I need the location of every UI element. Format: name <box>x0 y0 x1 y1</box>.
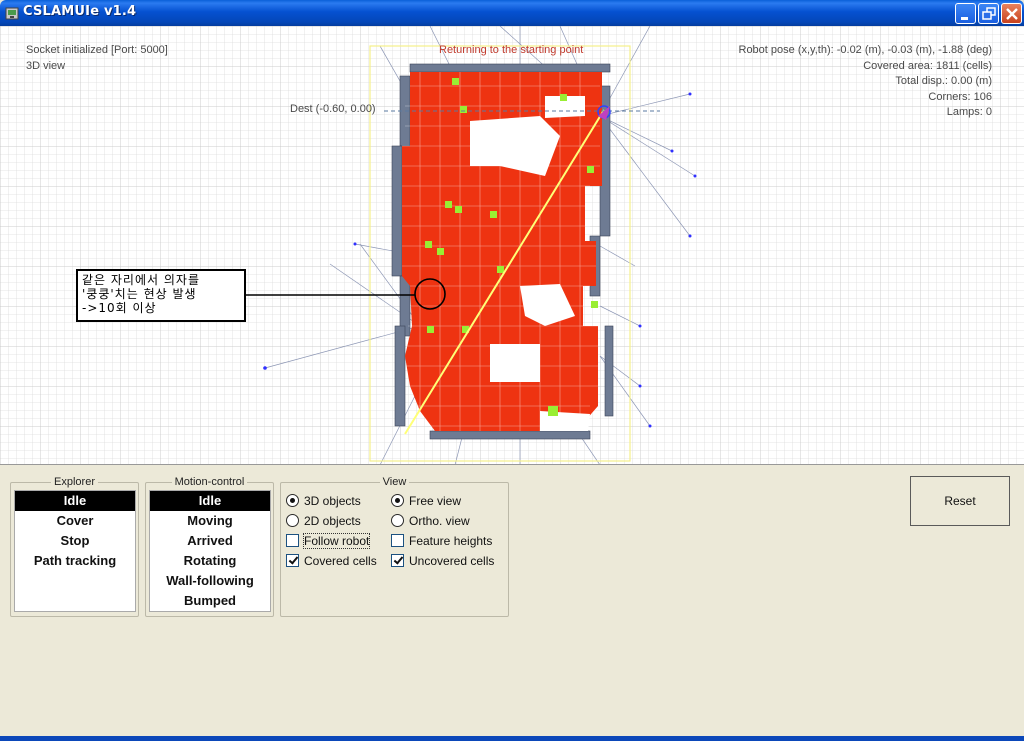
robot-pose: Robot pose (x,y,th): -0.02 (m), -0.03 (m… <box>738 44 993 56</box>
restore-button[interactable] <box>978 3 999 24</box>
view-legend: View <box>382 476 407 488</box>
motion-item-arrived[interactable]: Arrived <box>150 531 270 551</box>
checkbox-uncovered-cells-label: Uncovered cells <box>409 554 495 568</box>
radio-2d-objects-label: 2D objects <box>304 514 361 528</box>
reset-button[interactable]: Reset <box>910 476 1010 526</box>
radio-indicator[interactable] <box>391 494 404 507</box>
checkbox-feature-heights[interactable]: Feature heights <box>391 533 492 549</box>
robot-task-status: Returning to the starting point <box>439 44 584 56</box>
radio-indicator[interactable] <box>391 514 404 527</box>
dest-label: Dest (-0.60, 0.00) <box>290 103 376 115</box>
radio-3d-objects[interactable]: 3D objects <box>286 493 361 509</box>
explorer-item-path-tracking[interactable]: Path tracking <box>15 551 135 571</box>
checkbox-feature-heights-label: Feature heights <box>409 534 493 548</box>
slam-map <box>0 26 1024 464</box>
annotation-box: 같은 자리에서 의자를 '쿵쿵'치는 현상 발생 ->10회 이상 <box>76 269 246 322</box>
minimize-button[interactable] <box>955 3 976 24</box>
socket-status: Socket initialized [Port: 5000] <box>26 44 168 56</box>
explorer-item-cover[interactable]: Cover <box>15 511 135 531</box>
explorer-list[interactable]: Idle Cover Stop Path tracking <box>14 490 136 612</box>
motion-item-rotating[interactable]: Rotating <box>150 551 270 571</box>
explorer-item-stop[interactable]: Stop <box>15 531 135 551</box>
radio-3d-objects-label: 3D objects <box>304 494 361 508</box>
radio-ortho-view[interactable]: Ortho. view <box>391 513 470 529</box>
corners-count: Corners: 106 <box>928 91 992 103</box>
window-title: CSLAMUIe v1.4 <box>23 4 137 19</box>
checkbox-indicator[interactable] <box>286 554 299 567</box>
motion-control-list[interactable]: Idle Moving Arrived Rotating Wall-follow… <box>149 490 271 612</box>
restore-icon <box>982 7 996 20</box>
annotation-line: ->10회 이상 <box>82 301 157 315</box>
app-icon <box>5 7 19 20</box>
total-displacement: Total disp.: 0.00 (m) <box>895 75 992 87</box>
checkbox-covered-cells-label: Covered cells <box>304 554 377 568</box>
covered-area: Covered area: 1811 (cells) <box>863 60 992 72</box>
radio-free-view-label: Free view <box>409 494 462 508</box>
title-bar[interactable]: CSLAMUIe v1.4 <box>0 0 1024 26</box>
annotation-line: 같은 자리에서 의자를 <box>82 273 200 287</box>
checkbox-indicator[interactable] <box>391 554 404 567</box>
annotation-line: '쿵쿵'치는 현상 발생 <box>82 287 197 301</box>
close-icon <box>1006 8 1018 20</box>
radio-indicator[interactable] <box>286 514 299 527</box>
checkbox-follow-robot[interactable]: Follow robot <box>286 533 371 549</box>
motion-item-bumped[interactable]: Bumped <box>150 591 270 611</box>
checkbox-follow-robot-label: Follow robot <box>302 533 371 549</box>
explorer-legend: Explorer <box>54 476 95 488</box>
checkbox-uncovered-cells[interactable]: Uncovered cells <box>391 553 494 569</box>
checkbox-covered-cells[interactable]: Covered cells <box>286 553 377 569</box>
minimize-icon <box>961 17 968 20</box>
window-bottom-border <box>0 736 1024 741</box>
motion-item-moving[interactable]: Moving <box>150 511 270 531</box>
view-mode-status: 3D view <box>26 60 66 72</box>
radio-free-view[interactable]: Free view <box>391 493 461 509</box>
motion-control-legend: Motion-control <box>174 476 245 488</box>
motion-item-wall-following[interactable]: Wall-following <box>150 571 270 591</box>
lamps-count: Lamps: 0 <box>946 106 992 118</box>
radio-indicator[interactable] <box>286 494 299 507</box>
radio-2d-objects[interactable]: 2D objects <box>286 513 361 529</box>
motion-item-idle[interactable]: Idle <box>150 491 270 511</box>
close-button[interactable] <box>1001 3 1022 24</box>
radio-ortho-view-label: Ortho. view <box>409 514 470 528</box>
checkbox-indicator[interactable] <box>391 534 404 547</box>
explorer-item-idle[interactable]: Idle <box>15 491 135 511</box>
map-viewport[interactable]: Socket initialized [Port: 5000] 3D view … <box>0 26 1024 465</box>
checkbox-indicator[interactable] <box>286 534 299 547</box>
